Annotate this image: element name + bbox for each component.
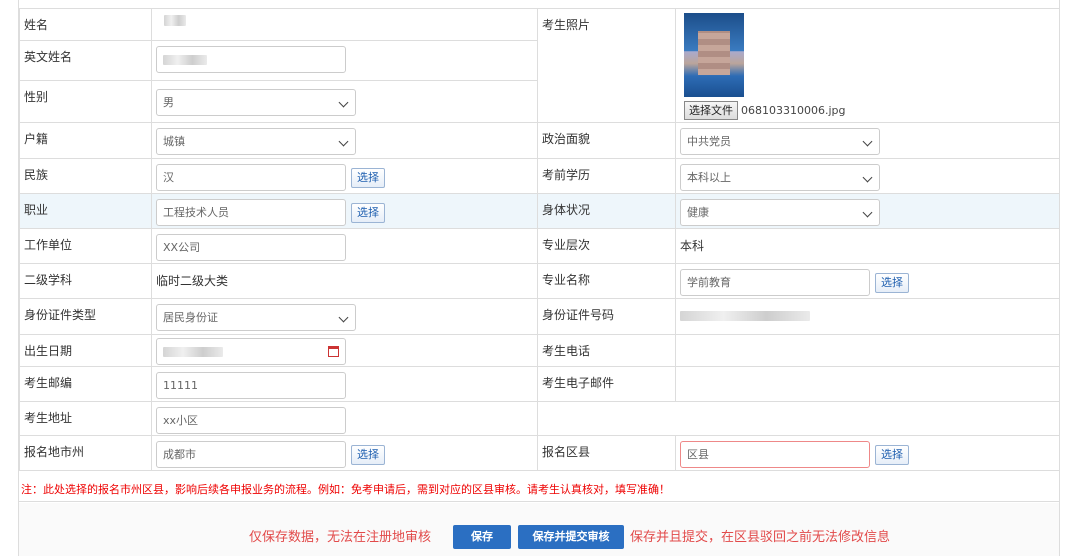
calendar-icon[interactable] [328,346,339,357]
health-value: 健康 [687,206,709,219]
subject2-value: 临时二级大类 [151,263,538,299]
hukou-value: 城镇 [163,135,185,148]
birth-label: 出生日期 [19,334,152,367]
chevron-down-icon [338,312,349,323]
county-label: 报名区县 [537,435,676,471]
id-number-label: 身份证件号码 [537,298,676,335]
submit-hint: 保存并且提交，在区县驳回之前无法修改信息 [630,530,891,545]
email-label: 考生电子邮件 [537,366,676,402]
job-pick-button[interactable]: 选择 [351,202,385,223]
photo-label: 考生照片 [537,8,676,123]
job-input[interactable]: 工程技术人员 [156,199,346,226]
county-input[interactable]: 区县 [680,441,870,468]
postcode-label: 考生邮编 [19,366,152,402]
major-level-value: 本科 [675,228,1060,264]
gender-select[interactable]: 男 [156,89,356,116]
id-type-label: 身份证件类型 [19,298,152,335]
political-value: 中共党员 [687,135,731,148]
chevron-down-icon [338,97,349,108]
id-number-redacted [680,311,810,321]
save-button[interactable]: 保存 [453,525,511,549]
english-name-input[interactable] [156,46,346,73]
city-pick-button[interactable]: 选择 [351,444,385,465]
postcode-input[interactable]: 11111 [156,372,346,399]
registration-note: 注：此处选择的报名市州区县，影响后续各申报业务的流程。例如：免考申请后，需到对应… [19,474,1059,502]
job-label: 职业 [19,193,152,229]
city-label: 报名地市州 [19,435,152,471]
gender-label: 性别 [19,80,152,123]
major-pick-button[interactable]: 选择 [875,272,909,293]
work-unit-input[interactable]: XX公司 [156,234,346,261]
political-label: 政治面貌 [537,122,676,159]
email-value-empty [675,366,1060,402]
major-name-input[interactable]: 学前教育 [680,269,870,296]
name-label: 姓名 [19,8,152,41]
county-pick-button[interactable]: 选择 [875,444,909,465]
chevron-down-icon [862,207,873,218]
address-input[interactable]: xx小区 [156,407,346,434]
city-input[interactable]: 成都市 [156,441,346,468]
birth-date-input[interactable] [156,338,346,365]
gender-value: 男 [163,96,174,109]
phone-value-empty [675,334,1060,367]
address-label: 考生地址 [19,401,152,436]
choose-file-button[interactable]: 选择文件 [684,101,738,120]
phone-label: 考生电话 [537,334,676,367]
empty-cell [537,401,1060,436]
edu-before-select[interactable]: 本科以上 [680,164,880,191]
student-photo [684,13,744,97]
edu-before-value: 本科以上 [687,171,731,184]
chevron-down-icon [338,136,349,147]
work-unit-label: 工作单位 [19,228,152,264]
chevron-down-icon [862,172,873,183]
major-level-label: 专业层次 [537,228,676,264]
save-submit-button[interactable]: 保存并提交审核 [518,525,624,549]
ethnic-label: 民族 [19,158,152,194]
ethnic-input[interactable]: 汉 [156,164,346,191]
save-hint: 仅保存数据，无法在注册地审核 [249,530,432,545]
id-type-value: 居民身份证 [163,311,218,324]
health-select[interactable]: 健康 [680,199,880,226]
info-table: 姓名 考生照片 选择文件 068103310006.jpg 英文姓名 性别 男 … [19,8,1060,471]
edu-before-label: 考前学历 [537,158,676,194]
photo-file-name: 068103310006.jpg [741,104,846,117]
subject2-label: 二级学科 [19,263,152,299]
english-name-label: 英文姓名 [19,40,152,81]
ethnic-pick-button[interactable]: 选择 [351,167,385,188]
action-bar: 仅保存数据，无法在注册地审核 保存 保存并提交审核 保存并且提交，在区县驳回之前… [19,503,1059,556]
major-name-label: 专业名称 [537,263,676,299]
political-select[interactable]: 中共党员 [680,128,880,155]
health-label: 身体状况 [537,193,676,229]
hukou-label: 户籍 [19,122,152,159]
name-value-redacted [164,15,186,26]
id-type-select[interactable]: 居民身份证 [156,304,356,331]
student-info-form: 姓名 考生照片 选择文件 068103310006.jpg 英文姓名 性别 男 … [18,0,1060,556]
chevron-down-icon [862,136,873,147]
hukou-select[interactable]: 城镇 [156,128,356,155]
